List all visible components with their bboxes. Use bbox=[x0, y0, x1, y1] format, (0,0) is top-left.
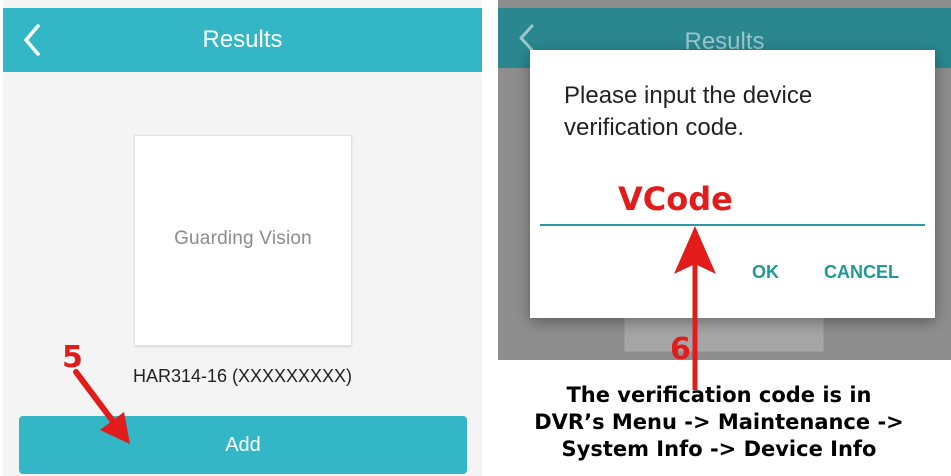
ok-button[interactable]: OK bbox=[752, 262, 779, 283]
instruction-caption: The verification code is in DVR’s Menu -… bbox=[487, 382, 951, 463]
app-bar: Results bbox=[3, 8, 482, 72]
caption-line-1: The verification code is in bbox=[566, 383, 872, 407]
verification-code-input[interactable] bbox=[540, 220, 925, 226]
red-arrow-icon bbox=[73, 369, 130, 444]
vcode-annotation: VCode bbox=[618, 180, 733, 218]
logo-text: Guarding Vision bbox=[174, 228, 312, 249]
dialog-message: Please input the device verification cod… bbox=[564, 82, 813, 141]
caption-line-3: System Info -> Device Info bbox=[561, 437, 877, 461]
verification-dialog: Please input the device verification cod… bbox=[530, 50, 935, 360]
device-logo-card: Guarding Vision bbox=[134, 135, 352, 346]
red-arrow-icon bbox=[674, 226, 716, 390]
caption-line-2: DVR’s Menu -> Maintenance -> bbox=[534, 410, 904, 434]
cancel-button[interactable]: CANCEL bbox=[824, 262, 899, 283]
page-title: Results bbox=[202, 26, 283, 53]
